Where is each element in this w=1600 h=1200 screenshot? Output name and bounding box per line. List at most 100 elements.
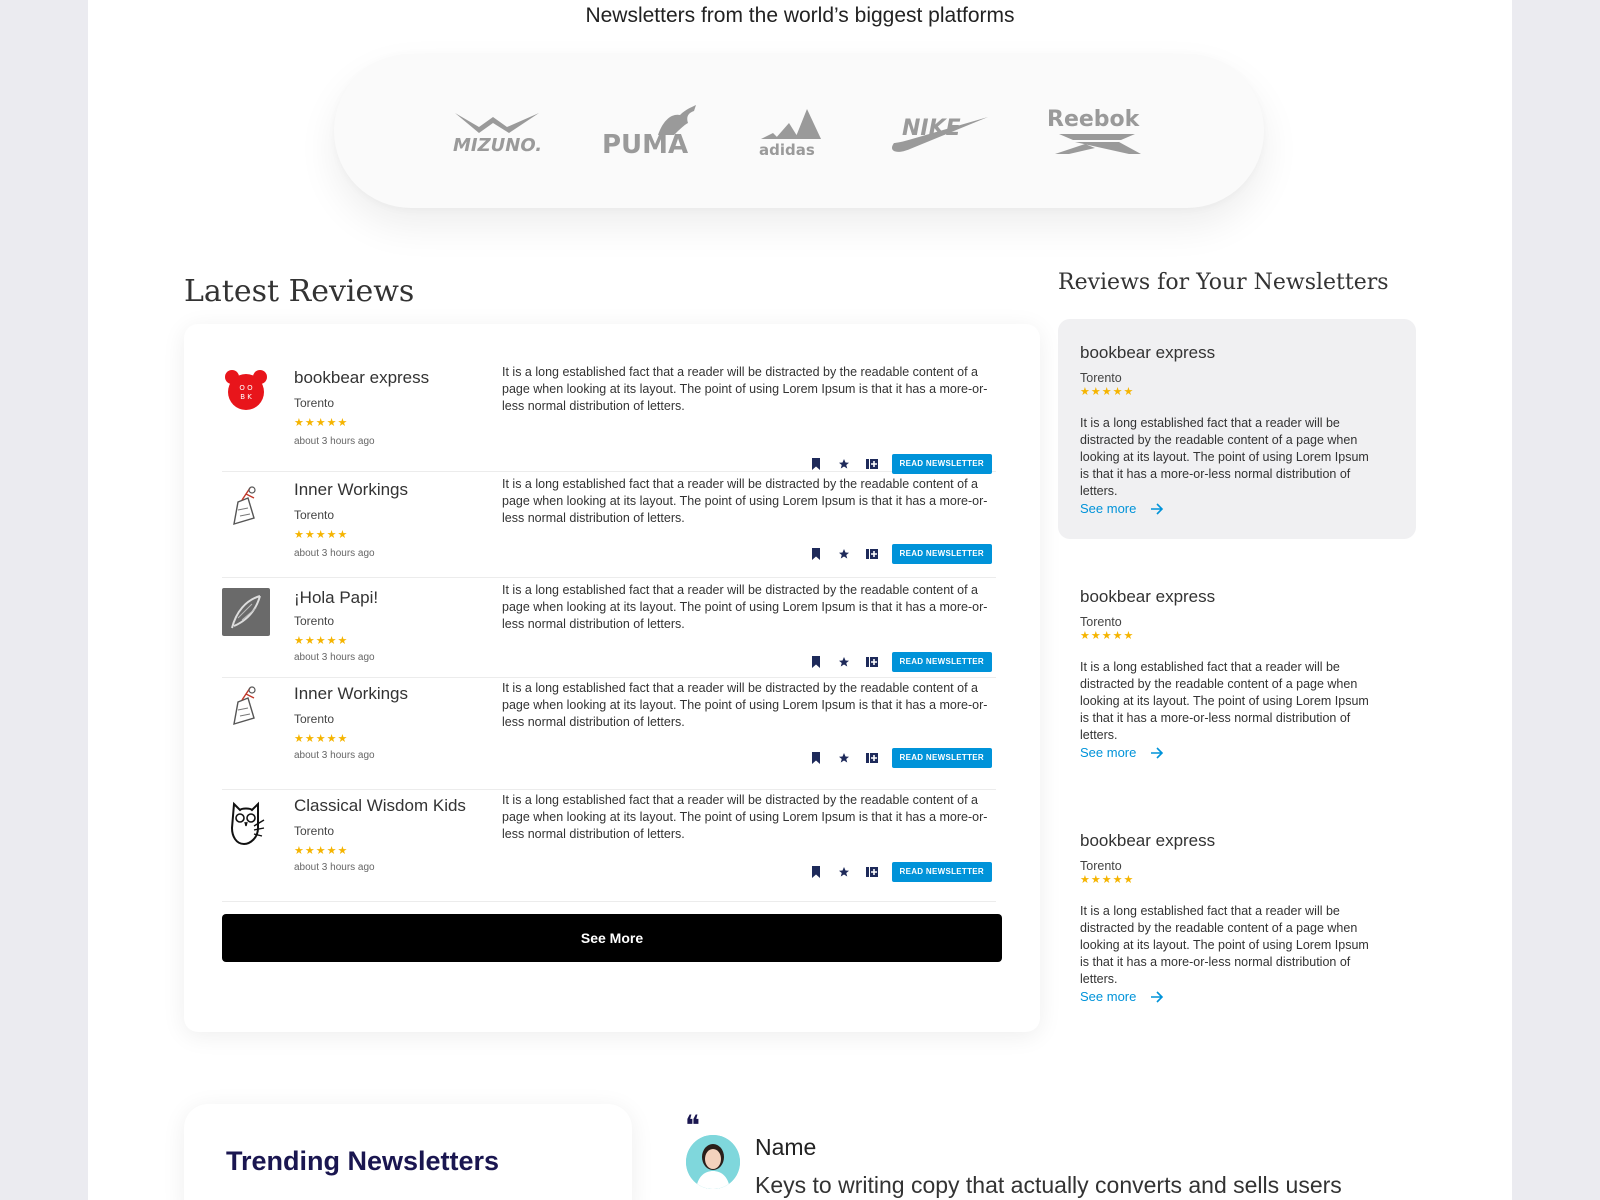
mizuno-logo: MIZUNO. [449, 107, 545, 155]
review-text: It is a long established fact that a rea… [1080, 904, 1369, 986]
see-more-label[interactable]: See more [1080, 745, 1136, 760]
read-newsletter-button[interactable]: READ NEWSLETTER [891, 748, 992, 768]
inner-workings-logo [222, 682, 270, 730]
rating-stars: ★★★★★ [294, 417, 349, 429]
star-icon[interactable] [836, 456, 852, 472]
review-timestamp: about 3 hours ago [294, 436, 375, 447]
list-item: Inner Workings Torento ★★★★★ about 3 hou… [222, 472, 996, 578]
review-location: Torento [294, 712, 335, 726]
reebok-logo: Reebok [1045, 104, 1149, 158]
star-icon[interactable] [836, 654, 852, 670]
list-item: O O B K bookbear express Torento ★★★★★ a… [222, 356, 996, 474]
newsletter-review-card: bookbear express Torento ★★★★★ It is a l… [1058, 319, 1416, 539]
adidas-logo: adidas [755, 105, 831, 157]
review-timestamp: about 3 hours ago [294, 862, 375, 873]
star-icon[interactable] [836, 864, 852, 880]
review-location: Torento [294, 396, 335, 410]
review-newsletter-name[interactable]: Classical Wisdom Kids [294, 796, 466, 816]
review-text: It is a long established fact that a rea… [502, 477, 988, 525]
add-to-list-icon[interactable] [864, 546, 880, 562]
owl-logo [222, 798, 270, 846]
trending-newsletters-card: Trending Newsletters [184, 1104, 632, 1200]
trending-title: Trending Newsletters [226, 1146, 500, 1176]
newsletter-review-card: bookbear express Torento ★★★★★ It is a l… [1058, 563, 1416, 783]
platform-logos: MIZUNO. PUMA adidas NIKE Reebok [334, 54, 1264, 208]
review-actions: READ NEWSLETTER [808, 652, 992, 672]
review-location: Torento [1080, 371, 1122, 385]
arrow-right-icon [1151, 990, 1164, 1003]
read-newsletter-button[interactable]: READ NEWSLETTER [891, 454, 992, 474]
review-newsletter-name[interactable]: Inner Workings [294, 480, 408, 500]
platforms-title: Newsletters from the world’s biggest pla… [585, 4, 1015, 27]
review-location: Torento [294, 614, 335, 628]
list-item: Classical Wisdom Kids Torento ★★★★★ abou… [222, 790, 996, 902]
svg-text:PUMA: PUMA [602, 130, 688, 157]
add-to-list-icon[interactable] [864, 456, 880, 472]
rating-stars: ★★★★★ [1080, 874, 1135, 886]
read-newsletter-button[interactable]: READ NEWSLETTER [891, 544, 992, 564]
arrow-right-icon [1151, 746, 1164, 759]
add-to-list-icon[interactable] [864, 864, 880, 880]
see-more-button[interactable]: See More [222, 914, 1002, 962]
hola-papi-logo [222, 588, 270, 636]
latest-reviews-card: O O B K bookbear express Torento ★★★★★ a… [184, 324, 1040, 1032]
review-newsletter-name: bookbear express [1080, 831, 1216, 850]
review-text: It is a long established fact that a rea… [1080, 660, 1369, 742]
see-more-link[interactable]: See more [1080, 501, 1164, 516]
list-item: Inner Workings Torento ★★★★★ about 3 hou… [222, 678, 996, 790]
bookmark-icon[interactable] [808, 456, 824, 472]
svg-text:Reebok: Reebok [1047, 107, 1141, 132]
review-location: Torento [1080, 859, 1122, 873]
review-newsletter-name[interactable]: bookbear express [294, 368, 429, 388]
newsletter-review-card: bookbear express Torento ★★★★★ It is a l… [1058, 807, 1416, 1027]
svg-text:adidas: adidas [759, 141, 815, 157]
review-text: It is a long established fact that a rea… [502, 793, 988, 841]
review-newsletter-name[interactable]: ¡Hola Papi! [294, 588, 378, 608]
bookmark-icon[interactable] [808, 546, 824, 562]
review-text: It is a long established fact that a rea… [502, 681, 988, 729]
rating-stars: ★★★★★ [294, 733, 349, 745]
svg-text:B K: B K [240, 393, 252, 401]
quote-icon: ❝ [685, 1109, 701, 1142]
review-text: It is a long established fact that a rea… [502, 365, 988, 413]
add-to-list-icon[interactable] [864, 750, 880, 766]
rating-stars: ★★★★★ [294, 529, 349, 541]
add-to-list-icon[interactable] [864, 654, 880, 670]
see-more-label[interactable]: See more [1080, 989, 1136, 1004]
review-text: It is a long established fact that a rea… [1080, 416, 1369, 498]
bookmark-icon[interactable] [808, 654, 824, 670]
review-newsletter-name[interactable]: Inner Workings [294, 684, 408, 704]
page: Newsletters from the world’s biggest pla… [88, 0, 1512, 1200]
bookmark-icon[interactable] [808, 864, 824, 880]
sidebar-title: Reviews for Your Newsletters [1058, 270, 1389, 295]
review-actions: READ NEWSLETTER [808, 862, 992, 882]
arrow-right-icon [1151, 502, 1164, 515]
svg-text:MIZUNO.: MIZUNO. [453, 135, 542, 155]
rating-stars: ★★★★★ [294, 845, 349, 857]
see-more-link[interactable]: See more [1080, 989, 1164, 1004]
list-item: ¡Hola Papi! Torento ★★★★★ about 3 hours … [222, 578, 996, 678]
review-timestamp: about 3 hours ago [294, 750, 375, 761]
svg-text:NIKE: NIKE [902, 116, 961, 141]
bookmark-icon[interactable] [808, 750, 824, 766]
star-icon[interactable] [836, 546, 852, 562]
review-newsletter-name: bookbear express [1080, 587, 1216, 606]
review-actions: READ NEWSLETTER [808, 748, 992, 768]
testimonial-name: Name [755, 1134, 817, 1160]
review-location: Torento [294, 824, 335, 838]
review-timestamp: about 3 hours ago [294, 548, 375, 559]
avatar [686, 1135, 740, 1189]
review-timestamp: about 3 hours ago [294, 652, 375, 663]
review-location: Torento [294, 508, 335, 522]
read-newsletter-button[interactable]: READ NEWSLETTER [891, 862, 992, 882]
rating-stars: ★★★★★ [1080, 386, 1135, 398]
read-newsletter-button[interactable]: READ NEWSLETTER [891, 652, 992, 672]
star-icon[interactable] [836, 750, 852, 766]
review-newsletter-name: bookbear express [1080, 343, 1216, 362]
rating-stars: ★★★★★ [294, 635, 349, 647]
bookbear-logo: O O B K [222, 366, 270, 414]
see-more-label[interactable]: See more [1080, 501, 1136, 516]
review-actions: READ NEWSLETTER [808, 544, 992, 564]
svg-text:O O: O O [239, 384, 253, 392]
see-more-link[interactable]: See more [1080, 745, 1164, 760]
